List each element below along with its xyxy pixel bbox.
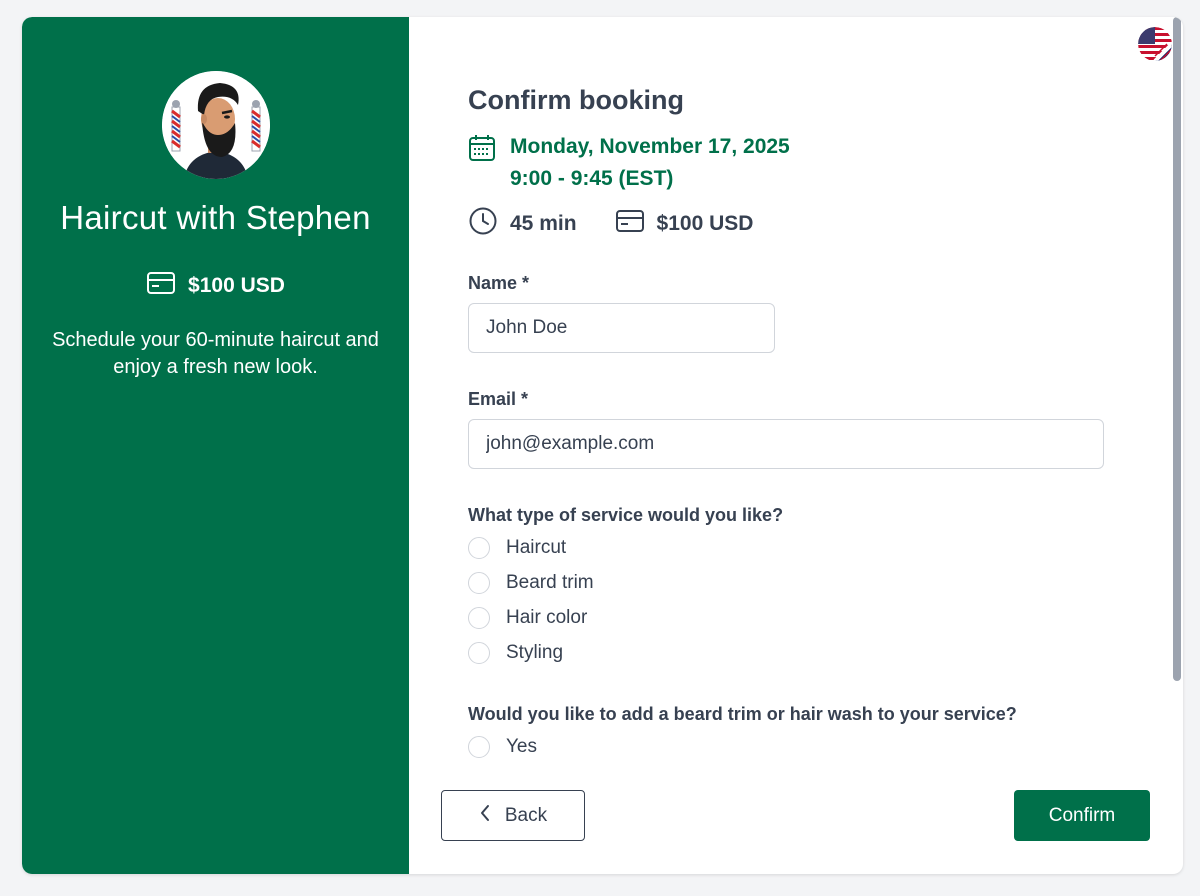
name-label: Name *: [468, 273, 530, 293]
radio-button[interactable]: [468, 642, 490, 664]
clock-icon: [468, 206, 498, 242]
duration-text: 45 min: [510, 212, 577, 235]
booking-meta: 45 min $100 USD: [468, 206, 753, 242]
service-description: Schedule your 60-minute haircut and enjo…: [52, 329, 379, 378]
service-option-label: Beard trim: [506, 572, 594, 593]
barber-avatar-icon: [162, 71, 270, 179]
addon-option-label: Yes: [506, 736, 537, 757]
radio-button[interactable]: [468, 607, 490, 629]
calendar-icon: [468, 131, 496, 195]
radio-button[interactable]: [468, 572, 490, 594]
service-title: Haircut with Stephen: [60, 199, 371, 236]
chevron-left-icon: [479, 804, 491, 828]
service-option-label: Styling: [506, 642, 564, 663]
email-field[interactable]: [468, 419, 1104, 469]
sidebar-price: $100 USD: [22, 271, 409, 301]
booking-date: Monday, November 17, 2025: [510, 135, 790, 158]
credit-card-icon: [615, 209, 645, 239]
service-option-haircut[interactable]: Haircut: [468, 537, 566, 559]
back-button-label: Back: [504, 804, 548, 826]
addon-option-yes[interactable]: Yes: [468, 736, 537, 758]
confirm-button-label: Confirm: [1048, 804, 1116, 826]
radio-button[interactable]: [468, 537, 490, 559]
service-option-label: Hair color: [506, 607, 588, 628]
price-text: $100 USD: [656, 212, 754, 235]
radio-button[interactable]: [468, 736, 490, 758]
sidebar-price-text: $100 USD: [188, 274, 285, 297]
confirm-button[interactable]: Confirm: [1014, 790, 1150, 841]
booking-datetime: Monday, November 17, 2025 9:00 - 9:45 (E…: [468, 131, 790, 195]
scrollbar[interactable]: [1173, 17, 1181, 681]
page-title: Confirm booking: [468, 85, 684, 115]
service-option-label: Haircut: [506, 537, 567, 558]
booking-card: Haircut with Stephen $100 USD Schedule y…: [22, 17, 1183, 874]
booking-time: 9:00 - 9:45 (EST): [510, 167, 674, 190]
addon-question: Would you like to add a beard trim or ha…: [468, 704, 1017, 724]
email-label: Email *: [468, 389, 529, 409]
credit-card-icon: [146, 271, 176, 301]
uk-us-flag-icon[interactable]: [1138, 27, 1172, 61]
service-option-beard-trim[interactable]: Beard trim: [468, 572, 594, 594]
service-summary-panel: Haircut with Stephen $100 USD Schedule y…: [22, 17, 409, 874]
name-field[interactable]: [468, 303, 775, 353]
service-option-styling[interactable]: Styling: [468, 642, 563, 664]
back-button[interactable]: Back: [441, 790, 585, 841]
service-option-hair-color[interactable]: Hair color: [468, 607, 587, 629]
service-question: What type of service would you like?: [468, 505, 784, 525]
